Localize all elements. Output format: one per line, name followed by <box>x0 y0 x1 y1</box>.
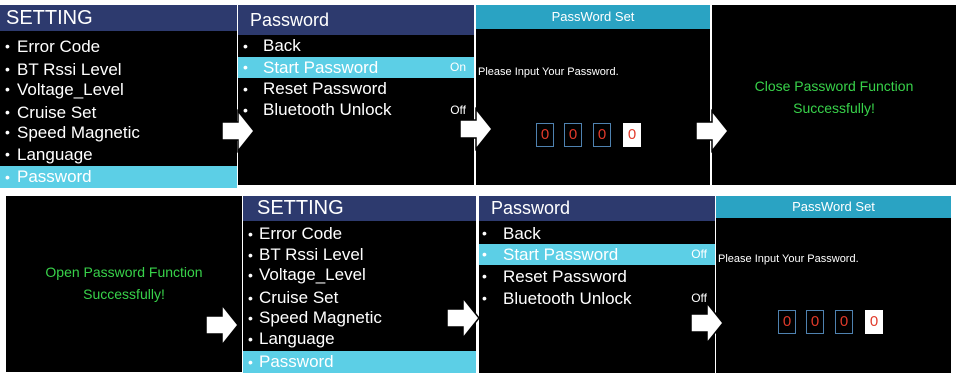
menu-item-cruise-set[interactable]: • Cruise Set <box>243 288 476 308</box>
setting-screen-bottom: SETTING • Error Code • BT Rssi Level • Volt… <box>243 196 476 373</box>
password-digit-3[interactable]: 0 <box>835 310 853 334</box>
menu-item-error-code[interactable]: • Error Code <box>0 36 237 57</box>
menu-item-voltage-level[interactable]: • Voltage_Level <box>0 79 237 100</box>
menu-item-bluetooth-unlock[interactable]: • Bluetooth Unlock Off <box>238 100 474 120</box>
menu-item-start-password[interactable]: • Start Password On <box>238 57 474 78</box>
password-set-title: PassWord Set <box>476 5 710 29</box>
right-arrow-icon <box>205 303 239 347</box>
menu-item-bt-rssi-level[interactable]: • BT Rssi Level <box>0 59 237 80</box>
menu-item-reset-password[interactable]: • Reset Password <box>238 79 474 99</box>
right-arrow-icon <box>446 296 480 340</box>
menu-item-error-code[interactable]: • Error Code <box>243 224 476 244</box>
menu-item-language[interactable]: • Language <box>243 329 476 349</box>
password-digit-1[interactable]: 0 <box>536 123 554 147</box>
password-digit-3[interactable]: 0 <box>593 123 611 147</box>
start-password-state: On <box>449 60 466 74</box>
close-success-message: Close Password Function Successfully! <box>754 78 914 116</box>
menu-item-password[interactable]: • Password <box>0 166 237 188</box>
setting-title: SETTING <box>243 196 476 221</box>
password-set-screen-top: PassWord Set Please Input Your Password.… <box>476 5 710 185</box>
start-password-state: Off <box>691 247 707 261</box>
menu-item-bt-rssi-level[interactable]: • BT Rssi Level <box>243 245 476 265</box>
right-arrow-icon <box>459 107 493 151</box>
menu-item-speed-magnetic[interactable]: • Speed Magnetic <box>0 122 237 143</box>
password-digit-4[interactable]: 0 <box>623 123 641 147</box>
password-set-screen-bottom: PassWord Set Please Input Your Password.… <box>716 196 951 373</box>
password-screen-top: Password • Back • Start Password On • Reset … <box>238 5 474 185</box>
menu-item-start-password[interactable]: • Start Password Off <box>479 244 715 265</box>
menu-item-back[interactable]: • Back <box>479 223 715 244</box>
setting-screen-top: SETTING • Error Code • BT Rssi Level • Volt… <box>0 5 237 188</box>
menu-item-back[interactable]: • Back <box>238 36 474 56</box>
right-arrow-icon <box>690 301 724 345</box>
right-arrow-icon <box>221 109 255 153</box>
right-arrow-icon <box>695 109 729 153</box>
menu-item-language[interactable]: • Language <box>0 144 237 165</box>
menu-item-voltage-level[interactable]: • Voltage_Level <box>243 265 476 285</box>
close-success-screen: Close Password Function Successfully! <box>712 5 956 185</box>
menu-item-speed-magnetic[interactable]: • Speed Magnetic <box>243 308 476 328</box>
password-prompt: Please Input Your Password. <box>478 66 619 78</box>
menu-item-reset-password[interactable]: • Reset Password <box>479 266 715 287</box>
password-digit-4[interactable]: 0 <box>865 310 883 334</box>
password-screen-bottom: Password • Back • Start Password Off • Reset… <box>479 196 715 373</box>
open-success-message: Open Password Function Successfully! <box>45 264 203 302</box>
password-prompt: Please Input Your Password. <box>718 253 859 265</box>
password-digit-1[interactable]: 0 <box>778 310 796 334</box>
menu-item-password[interactable]: • Password <box>243 351 476 373</box>
menu-item-bluetooth-unlock[interactable]: • Bluetooth Unlock Off <box>479 288 715 309</box>
menu-item-cruise-set[interactable]: • Cruise Set <box>0 102 237 123</box>
password-digit-2[interactable]: 0 <box>806 310 824 334</box>
setting-title: SETTING <box>0 5 237 31</box>
password-digit-2[interactable]: 0 <box>564 123 582 147</box>
password-title: Password <box>238 5 474 35</box>
password-title: Password <box>479 196 715 221</box>
password-set-title: PassWord Set <box>716 196 951 218</box>
